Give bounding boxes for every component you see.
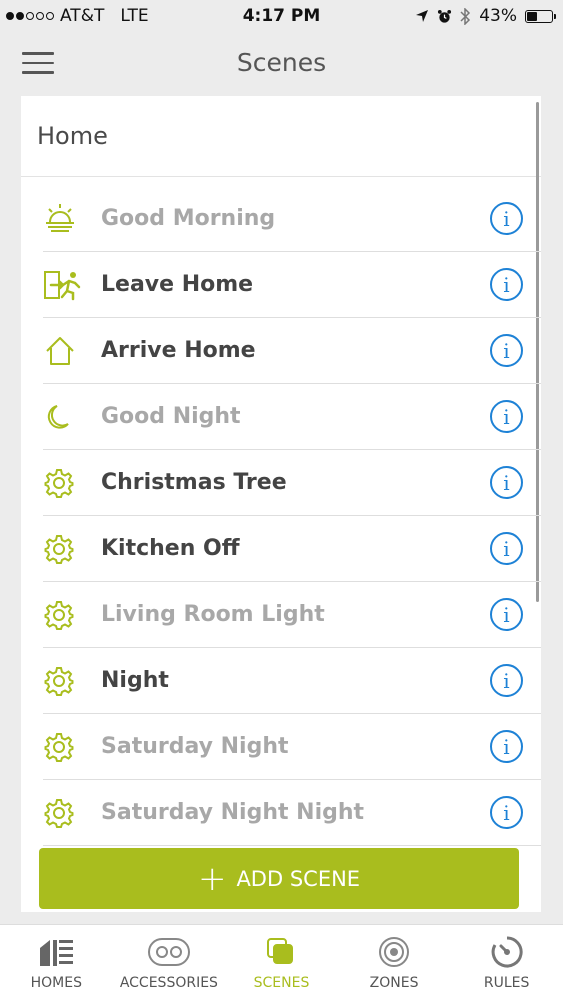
- scene-row[interactable]: Living Room Light i: [43, 582, 541, 648]
- gear-icon: [43, 582, 101, 648]
- gear-icon: [43, 780, 101, 846]
- nav-bar: Scenes: [0, 32, 563, 96]
- scene-row[interactable]: Arrive Home i: [43, 318, 541, 384]
- scene-row[interactable]: Good Night i: [43, 384, 541, 450]
- status-right: 43%: [415, 6, 556, 26]
- bluetooth-icon: [460, 7, 471, 25]
- tab-label: ACCESSORIES: [119, 975, 218, 991]
- tab-label: SCENES: [253, 975, 310, 991]
- gear-icon: [43, 714, 101, 780]
- scene-row[interactable]: Christmas Tree i: [43, 450, 541, 516]
- add-scene-label: ADD SCENE: [236, 866, 361, 891]
- battery-percent: 43%: [479, 6, 517, 26]
- scene-row[interactable]: Good Morning i: [43, 186, 541, 252]
- scene-name: Living Room Light: [101, 602, 325, 627]
- info-icon[interactable]: i: [490, 730, 523, 763]
- scene-row[interactable]: Night i: [43, 648, 541, 714]
- scene-row[interactable]: Leave Home i: [43, 252, 541, 318]
- sunrise-icon: [43, 186, 101, 252]
- tab-rules[interactable]: RULES: [450, 925, 563, 1000]
- battery-fill: [527, 11, 537, 21]
- scene-name: Saturday Night: [101, 734, 289, 759]
- homes-icon: [37, 935, 75, 969]
- gear-icon: [43, 450, 101, 516]
- info-icon[interactable]: i: [490, 466, 523, 499]
- house-icon: [43, 318, 101, 384]
- info-icon[interactable]: i: [490, 664, 523, 697]
- info-icon[interactable]: i: [490, 202, 523, 235]
- info-icon[interactable]: i: [490, 268, 523, 301]
- tab-bar: HOMES ACCESSORIES SCENES ZONES RULES: [0, 924, 563, 1000]
- plus-icon: +: [197, 858, 227, 899]
- gear-icon: [43, 516, 101, 582]
- scene-name: Kitchen Off: [101, 536, 240, 561]
- zones-icon: [377, 935, 411, 969]
- leave-home-icon: [43, 252, 101, 318]
- info-icon[interactable]: i: [490, 598, 523, 631]
- scene-name: Good Night: [101, 404, 241, 429]
- scene-name: Good Morning: [101, 206, 276, 231]
- scene-row[interactable]: Kitchen Off i: [43, 516, 541, 582]
- scenes-card: Home Good Morning i Leave Home i Arrive Home…: [21, 96, 541, 912]
- info-icon[interactable]: i: [490, 400, 523, 433]
- rules-icon: [490, 935, 524, 969]
- tab-label: RULES: [483, 975, 530, 991]
- scene-name: Saturday Night Night: [101, 800, 365, 825]
- alarm-icon: [438, 9, 452, 23]
- page-title: Scenes: [236, 48, 327, 77]
- scenes-icon: [265, 935, 297, 969]
- scene-name: Christmas Tree: [101, 470, 287, 495]
- scene-name: Arrive Home: [101, 338, 256, 363]
- location-icon: [416, 10, 429, 22]
- status-bar: AT&T LTE 4:17 PM 43%: [0, 0, 563, 32]
- tab-homes[interactable]: HOMES: [0, 925, 113, 1000]
- scene-name: Night: [101, 668, 169, 693]
- accessories-icon: [147, 935, 191, 969]
- info-icon[interactable]: i: [490, 796, 523, 829]
- tab-label: HOMES: [30, 975, 82, 991]
- info-icon[interactable]: i: [490, 532, 523, 565]
- gear-icon: [43, 648, 101, 714]
- scene-name: Leave Home: [101, 272, 254, 297]
- add-scene-button[interactable]: + ADD SCENE: [39, 848, 519, 909]
- tab-accessories[interactable]: ACCESSORIES: [113, 925, 226, 1000]
- tab-label: ZONES: [369, 975, 419, 991]
- battery-icon: [525, 9, 556, 23]
- tab-scenes[interactable]: SCENES: [225, 925, 338, 1000]
- scene-row[interactable]: Saturday Night i: [43, 714, 541, 780]
- tab-zones[interactable]: ZONES: [338, 925, 451, 1000]
- moon-icon: [43, 384, 101, 450]
- scene-row[interactable]: Saturday Night Night i: [43, 780, 541, 846]
- info-icon[interactable]: i: [490, 334, 523, 367]
- home-section-title: Home: [21, 96, 541, 177]
